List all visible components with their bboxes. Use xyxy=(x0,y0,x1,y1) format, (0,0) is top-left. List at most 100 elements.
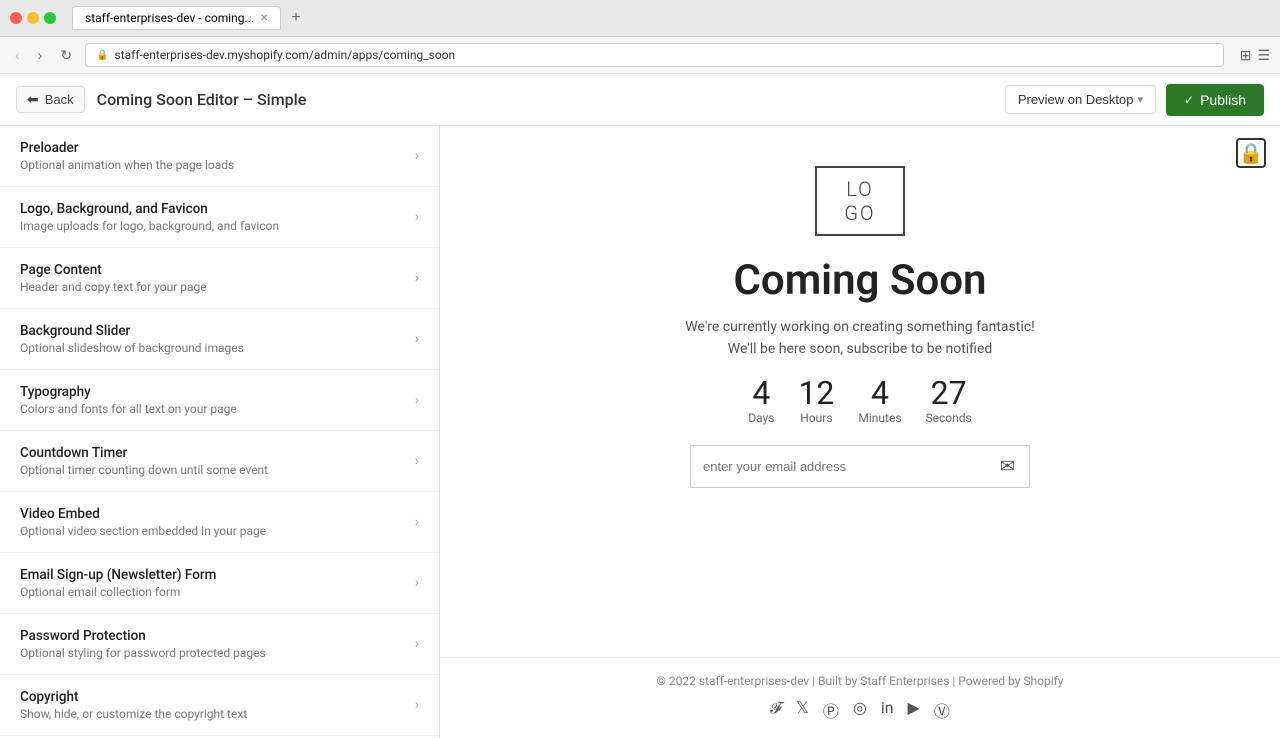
chevron-right-icon: › xyxy=(415,697,419,713)
menu-item[interactable]: Logo, Background, and Favicon Image uplo… xyxy=(0,187,439,248)
social-icons: 𝓕 𝕏 Ⓟ ◎ in ▶ Ⓥ xyxy=(460,698,1260,722)
menu-item-text-5: Countdown Timer Optional timer counting … xyxy=(20,445,268,477)
logo-placeholder: LO GO xyxy=(815,166,905,236)
menu-item-title-8: Password Protection xyxy=(20,628,266,644)
preview-dropdown-icon: ▾ xyxy=(1137,93,1143,106)
active-tab[interactable]: staff-enterprises-dev - coming... ✕ xyxy=(72,6,281,30)
menu-item-desc-1: Image uploads for logo, background, and … xyxy=(20,219,279,233)
menu-item-text-3: Background Slider Optional slideshow of … xyxy=(20,323,244,355)
vimeo-icon[interactable]: Ⓥ xyxy=(934,698,950,722)
profile-button[interactable]: ☰ xyxy=(1257,47,1270,64)
menu-item-title-7: Email Sign-up (Newsletter) Form xyxy=(20,567,216,583)
seconds-value: 27 xyxy=(931,377,967,409)
preview-content: LO GO Coming Soon We're currently workin… xyxy=(440,126,1280,657)
page-title: Coming Soon Editor – Simple xyxy=(97,90,307,109)
countdown-seconds: 27 Seconds xyxy=(926,377,972,425)
hours-label: Hours xyxy=(800,411,832,425)
chevron-right-icon: › xyxy=(415,392,419,408)
chevron-right-icon: › xyxy=(415,636,419,652)
menu-item[interactable]: Countdown Timer Optional timer counting … xyxy=(0,431,439,492)
hours-value: 12 xyxy=(798,377,834,409)
back-nav-button[interactable]: ‹ xyxy=(10,45,25,65)
minimize-button[interactable] xyxy=(27,12,39,24)
youtube-icon[interactable]: ▶ xyxy=(908,698,920,722)
facebook-icon[interactable]: 𝓕 xyxy=(770,698,782,722)
menu-item-title-3: Background Slider xyxy=(20,323,244,339)
address-bar-row: ‹ › ↻ 🔒 staff-enterprises-dev.myshopify.… xyxy=(0,37,1280,74)
menu-item-text-6: Video Embed Optional video section embed… xyxy=(20,506,266,538)
twitter-icon[interactable]: 𝕏 xyxy=(796,698,809,722)
left-panel: Preloader Optional animation when the pa… xyxy=(0,126,440,738)
menu-item[interactable]: Preloader Optional animation when the pa… xyxy=(0,126,439,187)
menu-item[interactable]: Typography Colors and fonts for all text… xyxy=(0,370,439,431)
footer-copyright: © 2022 staff-enterprises-dev | Built by … xyxy=(460,674,1260,688)
email-submit-button[interactable]: ✉ xyxy=(986,446,1029,487)
close-button[interactable] xyxy=(10,12,22,24)
seconds-label: Seconds xyxy=(926,411,972,425)
chevron-right-icon: › xyxy=(415,148,419,164)
header-actions: Preview on Desktop ▾ ✓ Publish xyxy=(1005,84,1264,116)
coming-soon-heading: Coming Soon xyxy=(733,256,986,305)
chevron-right-icon: › xyxy=(415,575,419,591)
instagram-icon[interactable]: ◎ xyxy=(853,698,867,722)
chevron-right-icon: › xyxy=(415,270,419,286)
menu-item-text-1: Logo, Background, and Favicon Image uplo… xyxy=(20,201,279,233)
menu-item[interactable]: Copyright Show, hide, or customize the c… xyxy=(0,675,439,736)
tab-close-icon[interactable]: ✕ xyxy=(260,13,268,24)
menu-item[interactable]: Email Sign-up (Newsletter) Form Optional… xyxy=(0,553,439,614)
browser-actions: ⊞ ☰ xyxy=(1240,47,1270,64)
logo-text: LO GO xyxy=(844,177,875,225)
back-label: Back xyxy=(45,92,74,107)
secure-lock-icon: 🔒 xyxy=(96,50,108,61)
linkedin-icon[interactable]: in xyxy=(881,698,894,722)
forward-nav-button[interactable]: › xyxy=(33,45,48,65)
preview-subtext2: We'll be here soon, subscribe to be noti… xyxy=(728,341,993,357)
reload-button[interactable]: ↻ xyxy=(55,45,77,66)
preview-label: Preview on Desktop xyxy=(1018,92,1134,107)
menu-item-desc-2: Header and copy text for your page xyxy=(20,280,207,294)
preview-footer: © 2022 staff-enterprises-dev | Built by … xyxy=(440,657,1280,738)
lock-icon: 🔒 xyxy=(1236,138,1266,168)
minutes-value: 4 xyxy=(871,377,889,409)
days-label: Days xyxy=(748,411,774,425)
menu-item-title-5: Countdown Timer xyxy=(20,445,268,461)
email-input[interactable] xyxy=(691,449,986,484)
extensions-button[interactable]: ⊞ xyxy=(1240,47,1252,64)
menu-item[interactable]: Password Protection Optional styling for… xyxy=(0,614,439,675)
tab-title: staff-enterprises-dev - coming... xyxy=(85,11,254,25)
menu-item[interactable]: Video Embed Optional video section embed… xyxy=(0,492,439,553)
preview-subtext1: We're currently working on creating some… xyxy=(685,319,1034,335)
countdown-minutes: 4 Minutes xyxy=(858,377,901,425)
menu-item[interactable]: Page Content Header and copy text for yo… xyxy=(0,248,439,309)
new-tab-button[interactable]: + xyxy=(287,9,304,27)
pinterest-icon[interactable]: Ⓟ xyxy=(823,698,839,722)
menu-item-desc-0: Optional animation when the page loads xyxy=(20,158,234,172)
traffic-lights xyxy=(10,12,56,24)
menu-item-title-1: Logo, Background, and Favicon xyxy=(20,201,279,217)
menu-item-desc-8: Optional styling for password protected … xyxy=(20,646,266,660)
main-layout: Preloader Optional animation when the pa… xyxy=(0,126,1280,738)
chevron-right-icon: › xyxy=(415,331,419,347)
address-bar[interactable]: 🔒 staff-enterprises-dev.myshopify.com/ad… xyxy=(85,43,1224,67)
menu-item-text-2: Page Content Header and copy text for yo… xyxy=(20,262,207,294)
menu-item-title-9: Copyright xyxy=(20,689,247,705)
menu-item-title-6: Video Embed xyxy=(20,506,266,522)
menu-item-text-4: Typography Colors and fonts for all text… xyxy=(20,384,237,416)
back-arrow-icon: ⬅ xyxy=(27,91,39,108)
minutes-label: Minutes xyxy=(858,411,901,425)
publish-button[interactable]: ✓ Publish xyxy=(1166,84,1264,116)
chevron-right-icon: › xyxy=(415,209,419,225)
countdown-hours: 12 Hours xyxy=(798,377,834,425)
menu-item-text-9: Copyright Show, hide, or customize the c… xyxy=(20,689,247,721)
maximize-button[interactable] xyxy=(44,12,56,24)
countdown-days: 4 Days xyxy=(748,377,774,425)
menu-item[interactable]: Background Slider Optional slideshow of … xyxy=(0,309,439,370)
publish-checkmark-icon: ✓ xyxy=(1184,93,1194,107)
email-signup-form: ✉ xyxy=(690,445,1030,488)
publish-label: Publish xyxy=(1200,92,1246,108)
back-button[interactable]: ⬅ Back xyxy=(16,86,85,113)
right-panel: 🔒 LO GO Coming Soon We're currently work… xyxy=(440,126,1280,738)
menu-item-title-4: Typography xyxy=(20,384,237,400)
chevron-right-icon: › xyxy=(415,453,419,469)
preview-desktop-button[interactable]: Preview on Desktop ▾ xyxy=(1005,85,1156,114)
